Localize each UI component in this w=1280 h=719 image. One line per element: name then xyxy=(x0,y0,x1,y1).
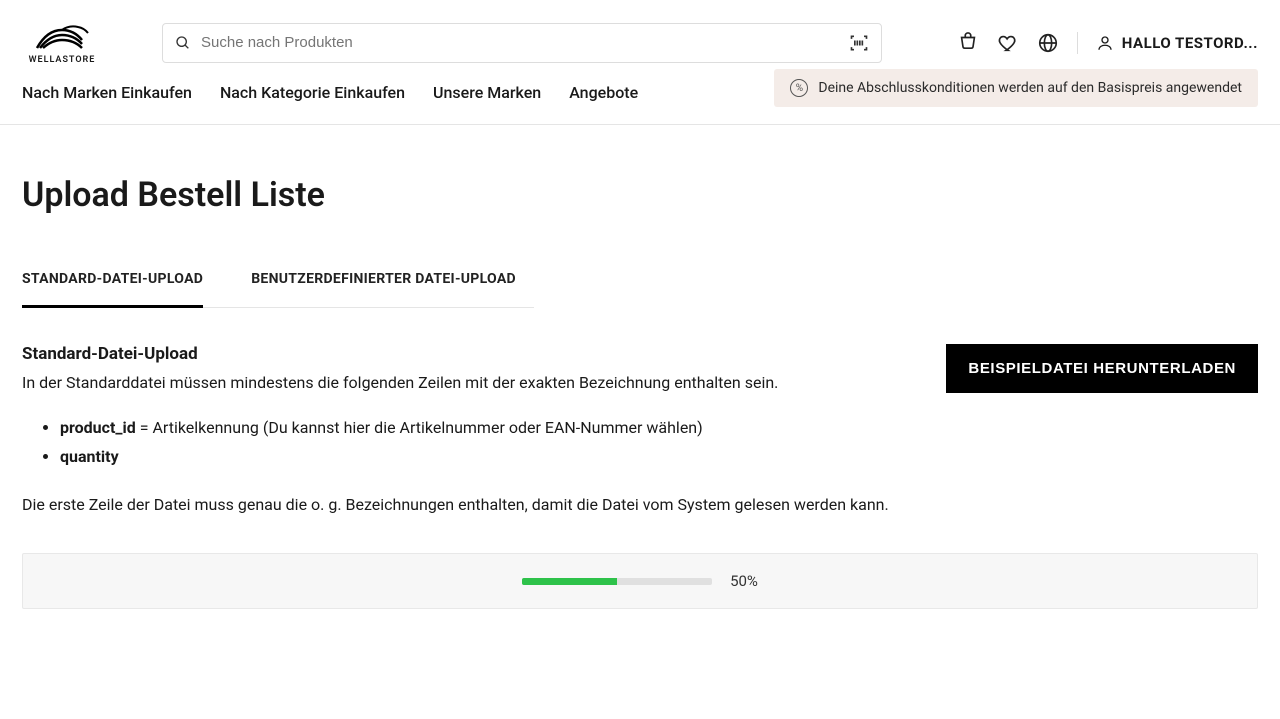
list-item: quantity xyxy=(60,447,889,466)
download-sample-button[interactable]: BEISPIELDATEI HERUNTERLADEN xyxy=(946,344,1258,393)
section-heading: Standard-Datei-Upload xyxy=(22,344,889,364)
field-requirements: product_id = Artikelkennung (Du kannst h… xyxy=(60,418,889,466)
header: WELLASTORE HALLO TESTORD... xyxy=(0,0,1280,77)
section-intro: In der Standarddatei müssen mindestens d… xyxy=(22,370,889,396)
header-actions: HALLO TESTORD... xyxy=(957,32,1258,54)
percent-icon: % xyxy=(790,79,808,97)
user-greeting-text: HALLO TESTORD... xyxy=(1122,34,1258,52)
upload-tabs: STANDARD-DATEI-UPLOAD BENUTZERDEFINIERTE… xyxy=(22,265,534,308)
nav-offers[interactable]: Angebote xyxy=(569,77,638,108)
logo-text: WELLASTORE xyxy=(29,55,96,65)
progress-label: 50% xyxy=(730,572,758,590)
barcode-scan-icon[interactable] xyxy=(849,33,869,53)
wella-logo-icon xyxy=(32,20,92,52)
progress-fill xyxy=(522,578,617,585)
nav-categories[interactable]: Nach Kategorie Einkaufen xyxy=(220,77,405,108)
user-menu[interactable]: HALLO TESTORD... xyxy=(1096,34,1258,52)
primary-nav: Nach Marken Einkaufen Nach Kategorie Ein… xyxy=(0,77,1280,125)
divider xyxy=(1077,32,1078,54)
nav-our-brands[interactable]: Unsere Marken xyxy=(433,77,541,108)
pricing-banner: % Deine Abschlusskonditionen werden auf … xyxy=(774,69,1258,107)
cart-icon[interactable] xyxy=(957,32,979,54)
banner-text: Deine Abschlusskonditionen werden auf de… xyxy=(818,80,1242,96)
tab-standard-upload[interactable]: STANDARD-DATEI-UPLOAD xyxy=(22,265,203,308)
nav-brands[interactable]: Nach Marken Einkaufen xyxy=(22,77,192,108)
logo[interactable]: WELLASTORE xyxy=(22,20,102,65)
content-text: Standard-Datei-Upload In der Standarddat… xyxy=(22,344,889,517)
section-footer: Die erste Zeile der Datei muss genau die… xyxy=(22,492,889,518)
search-box[interactable] xyxy=(162,23,882,63)
search-icon xyxy=(175,35,191,51)
upload-progress: 50% xyxy=(22,553,1258,609)
user-icon xyxy=(1096,34,1114,52)
list-item: product_id = Artikelkennung (Du kannst h… xyxy=(60,418,889,437)
heart-icon[interactable] xyxy=(997,32,1019,54)
tab-custom-upload[interactable]: BENUTZERDEFINIERTER DATEI-UPLOAD xyxy=(251,265,516,307)
page-title: Upload Bestell Liste xyxy=(22,175,1258,215)
content-row: Standard-Datei-Upload In der Standarddat… xyxy=(22,344,1258,517)
globe-icon[interactable] xyxy=(1037,32,1059,54)
search-input[interactable] xyxy=(191,26,849,59)
progress-bar xyxy=(522,578,712,585)
main-content: Upload Bestell Liste STANDARD-DATEI-UPLO… xyxy=(0,125,1280,649)
